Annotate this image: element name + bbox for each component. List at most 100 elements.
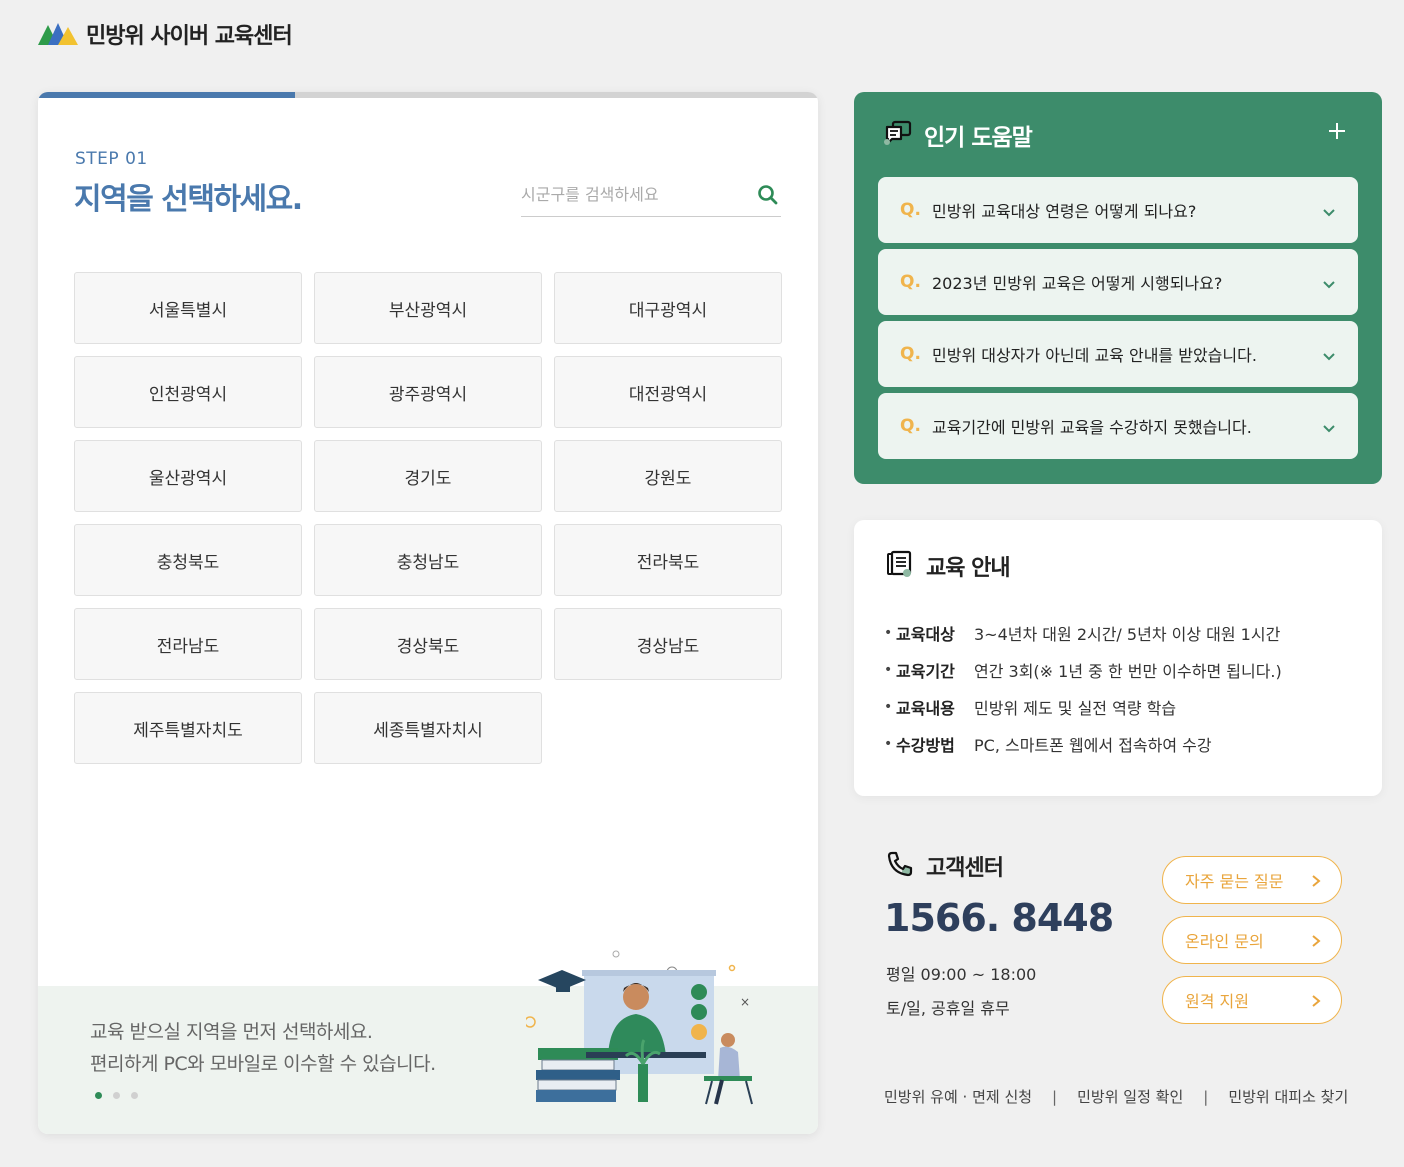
slide-dot[interactable]: [131, 1092, 138, 1099]
info-bullet: •: [884, 735, 893, 752]
faq-item[interactable]: Q. 민방위 교육대상 연령은 어떻게 되나요?: [878, 177, 1358, 243]
step-progress-fill: [38, 92, 296, 98]
slide-indicator: [95, 1092, 138, 1099]
footer-separator: |: [1052, 1087, 1058, 1106]
info-value: PC, 스마트폰 웹에서 접속하여 수강: [974, 735, 1212, 755]
region-button[interactable]: 대구광역시: [554, 272, 782, 344]
info-value: 민방위 제도 및 실전 역량 학습: [974, 698, 1177, 718]
region-button[interactable]: 경기도: [314, 440, 542, 512]
customer-center-phone: 1566. 8448: [884, 896, 1114, 940]
info-row: • 교육대상 3~4년차 대원 2시간/ 5년차 이상 대원 1시간: [884, 614, 1282, 651]
region-button[interactable]: 울산광역시: [74, 440, 302, 512]
button-label: 온라인 문의: [1185, 932, 1264, 951]
logo-mark-icon: [38, 21, 78, 47]
info-row: • 수강방법 PC, 스마트폰 웹에서 접속하여 수강: [884, 725, 1282, 762]
region-search-input[interactable]: [521, 184, 741, 204]
svg-text:×: ×: [740, 995, 750, 1009]
faq-item[interactable]: Q. 교육기간에 민방위 교육을 수강하지 못했습니다.: [878, 393, 1358, 459]
phone-icon: [886, 850, 914, 882]
faq-question: 교육기간에 민방위 교육을 수강하지 못했습니다.: [932, 418, 1252, 437]
banner-line-2: 편리하게 PC와 모바일로 이수할 수 있습니다.: [90, 1053, 436, 1075]
region-button[interactable]: 경상북도: [314, 608, 542, 680]
education-info-header: 교육 안내: [886, 550, 1011, 582]
faq-item[interactable]: Q. 민방위 대상자가 아닌데 교육 안내를 받았습니다.: [878, 321, 1358, 387]
customer-center-title: 고객센터: [926, 856, 1004, 881]
region-button[interactable]: 서울특별시: [74, 272, 302, 344]
info-key: 교육내용: [896, 698, 955, 718]
weekday-hours: 평일 09:00 ~ 18:00: [886, 965, 1037, 984]
region-button[interactable]: 강원도: [554, 440, 782, 512]
footer-link[interactable]: 민방위 대피소 찾기: [1228, 1086, 1348, 1107]
weekend-hours: 토/일, 공휴일 휴무: [886, 999, 1010, 1018]
region-button[interactable]: 경상남도: [554, 608, 782, 680]
region-button[interactable]: 전라남도: [74, 608, 302, 680]
chevron-right-icon: [1311, 933, 1321, 947]
info-row: • 교육기간 연간 3회(※ 1년 중 한 번만 이수하면 됩니다.): [884, 651, 1282, 688]
info-bullet: •: [884, 624, 893, 641]
online-inquiry-button[interactable]: 온라인 문의: [1162, 916, 1342, 964]
button-label: 자주 묻는 질문: [1185, 872, 1284, 891]
chevron-down-icon[interactable]: [1322, 203, 1336, 217]
chevron-down-icon[interactable]: [1322, 347, 1336, 361]
step-progress-bar: [38, 92, 818, 98]
customer-center-hours: 평일 09:00 ~ 18:00 토/일, 공휴일 휴무: [886, 958, 1036, 1026]
region-select-panel: STEP 01 지역을 선택하세요. 서울특별시부산광역시대구광역시인천광역시광…: [38, 92, 818, 1134]
slide-dot[interactable]: [95, 1092, 102, 1099]
banner-line-1: 교육 받으실 지역을 먼저 선택하세요.: [90, 1021, 373, 1043]
plus-icon[interactable]: [1326, 120, 1348, 142]
footer-link[interactable]: 민방위 유예 · 면제 신청: [884, 1086, 1032, 1107]
region-button[interactable]: 제주특별자치도: [74, 692, 302, 764]
footer-link[interactable]: 민방위 일정 확인: [1077, 1086, 1183, 1107]
region-button[interactable]: 부산광역시: [314, 272, 542, 344]
faq-question: 2023년 민방위 교육은 어떻게 시행되나요?: [932, 274, 1223, 293]
popular-help-card: 인기 도움말 Q. 민방위 교육대상 연령은 어떻게 되나요? Q. 2023년 민방…: [854, 92, 1382, 484]
info-row: • 교육내용 민방위 제도 및 실전 역량 학습: [884, 688, 1282, 725]
info-value: 3~4년차 대원 2시간/ 5년차 이상 대원 1시간: [974, 624, 1281, 644]
popular-help-title: 인기 도움말: [924, 125, 1033, 151]
footer-links: 민방위 유예 · 면제 신청 | 민방위 일정 확인 | 민방위 대피소 찾기: [884, 1086, 1348, 1107]
info-key: 교육기간: [896, 661, 955, 681]
customer-center-header: 고객센터: [886, 850, 1004, 882]
faq-q-marker: Q.: [900, 344, 921, 364]
chevron-right-icon: [1311, 993, 1321, 1007]
education-info-card: 교육 안내 • 교육대상 3~4년차 대원 2시간/ 5년차 이상 대원 1시간 • 교…: [854, 520, 1382, 796]
online-education-illustration: ×: [524, 944, 766, 1124]
info-key: 수강방법: [896, 735, 955, 755]
info-bullet: •: [884, 698, 893, 715]
chat-bubbles-icon: [884, 120, 914, 150]
info-key: 교육대상: [896, 624, 955, 644]
page-title: 지역을 선택하세요.: [74, 182, 303, 217]
faq-q-marker: Q.: [900, 272, 921, 292]
faq-item[interactable]: Q. 2023년 민방위 교육은 어떻게 시행되나요?: [878, 249, 1358, 315]
site-logo[interactable]: 민방위 사이버 교육센터: [38, 18, 293, 50]
info-bullet: •: [884, 661, 893, 678]
faq-question: 민방위 대상자가 아닌데 교육 안내를 받았습니다.: [932, 346, 1257, 365]
site-title: 민방위 사이버 교육센터: [86, 24, 293, 49]
region-button[interactable]: 인천광역시: [74, 356, 302, 428]
search-icon[interactable]: [757, 184, 779, 206]
region-button[interactable]: 세종특별자치시: [314, 692, 542, 764]
faq-button[interactable]: 자주 묻는 질문: [1162, 856, 1342, 904]
chevron-right-icon: [1311, 873, 1321, 887]
region-button[interactable]: 전라북도: [554, 524, 782, 596]
faq-q-marker: Q.: [900, 416, 921, 436]
popular-help-header: 인기 도움말: [884, 118, 1033, 152]
banner-text: 교육 받으실 지역을 먼저 선택하세요. 편리하게 PC와 모바일로 이수할 수…: [90, 1016, 436, 1080]
region-search: [521, 172, 781, 217]
region-grid: 서울특별시 부산광역시 대구광역시인천광역시 광주광역시 대전광역시울산광역시 경기도 강원…: [74, 272, 782, 764]
document-icon: [886, 550, 914, 582]
region-button[interactable]: 충청북도: [74, 524, 302, 596]
slide-dot[interactable]: [113, 1092, 120, 1099]
education-info-title: 교육 안내: [926, 556, 1011, 581]
faq-q-marker: Q.: [900, 200, 921, 220]
faq-question: 민방위 교육대상 연령은 어떻게 되나요?: [932, 202, 1197, 221]
region-button[interactable]: 충청남도: [314, 524, 542, 596]
remote-support-button[interactable]: 원격 지원: [1162, 976, 1342, 1024]
chevron-down-icon[interactable]: [1322, 419, 1336, 433]
region-button[interactable]: 광주광역시: [314, 356, 542, 428]
chevron-down-icon[interactable]: [1322, 275, 1336, 289]
region-button[interactable]: 대전광역시: [554, 356, 782, 428]
education-info-list: • 교육대상 3~4년차 대원 2시간/ 5년차 이상 대원 1시간 • 교육기간 연간 …: [884, 614, 1282, 762]
step-label: STEP 01: [75, 149, 148, 169]
button-label: 원격 지원: [1185, 992, 1249, 1011]
